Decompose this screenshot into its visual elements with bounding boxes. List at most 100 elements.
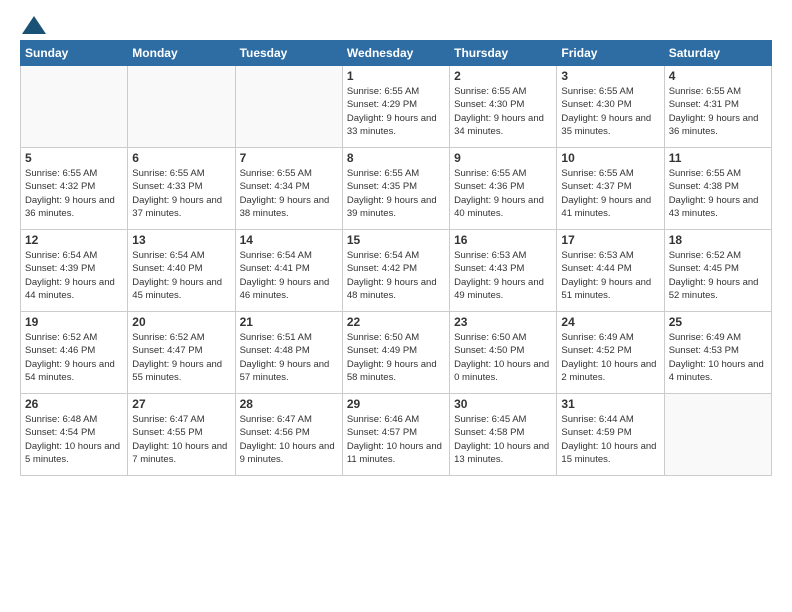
day-info: Sunrise: 6:53 AM Sunset: 4:43 PM Dayligh… <box>454 249 552 302</box>
week-row-3: 19 Sunrise: 6:52 AM Sunset: 4:46 PM Dayli… <box>21 312 772 394</box>
day-number: 16 <box>454 233 552 247</box>
day-info: Sunrise: 6:52 AM Sunset: 4:47 PM Dayligh… <box>132 331 230 384</box>
weekday-header-monday: Monday <box>128 41 235 66</box>
calendar-cell: 31Sunrise: 6:44 AM Sunset: 4:59 PM Dayli… <box>557 394 664 476</box>
day-info: Sunrise: 6:52 AM Sunset: 4:45 PM Dayligh… <box>669 249 767 302</box>
calendar-cell: 18 Sunrise: 6:52 AM Sunset: 4:45 PM Dayli… <box>664 230 771 312</box>
calendar-cell: 2 Sunrise: 6:55 AM Sunset: 4:30 PM Daylig… <box>450 66 557 148</box>
calendar: SundayMondayTuesdayWednesdayThursdayFrid… <box>20 40 772 476</box>
day-number: 25 <box>669 315 767 329</box>
day-number: 4 <box>669 69 767 83</box>
calendar-cell <box>664 394 771 476</box>
calendar-cell: 24Sunrise: 6:49 AM Sunset: 4:52 PM Dayli… <box>557 312 664 394</box>
week-row-4: 26 Sunrise: 6:48 AM Sunset: 4:54 PM Dayli… <box>21 394 772 476</box>
day-info: Sunrise: 6:48 AM Sunset: 4:54 PM Dayligh… <box>25 413 123 466</box>
day-number: 3 <box>561 69 659 83</box>
day-info: Sunrise: 6:55 AM Sunset: 4:30 PM Dayligh… <box>454 85 552 138</box>
calendar-cell: 26 Sunrise: 6:48 AM Sunset: 4:54 PM Dayli… <box>21 394 128 476</box>
day-info: Sunrise: 6:54 AM Sunset: 4:41 PM Dayligh… <box>240 249 338 302</box>
day-info: Sunrise: 6:55 AM Sunset: 4:33 PM Dayligh… <box>132 167 230 220</box>
day-info: Sunrise: 6:47 AM Sunset: 4:55 PM Dayligh… <box>132 413 230 466</box>
weekday-header-thursday: Thursday <box>450 41 557 66</box>
calendar-cell: 19 Sunrise: 6:52 AM Sunset: 4:46 PM Dayli… <box>21 312 128 394</box>
day-number: 8 <box>347 151 445 165</box>
day-number: 12 <box>25 233 123 247</box>
logo-icon <box>22 16 46 34</box>
calendar-cell: 25 Sunrise: 6:49 AM Sunset: 4:53 PM Dayli… <box>664 312 771 394</box>
day-number: 19 <box>25 315 123 329</box>
day-number: 6 <box>132 151 230 165</box>
calendar-cell: 5 Sunrise: 6:55 AM Sunset: 4:32 PM Daylig… <box>21 148 128 230</box>
calendar-cell: 15 Sunrise: 6:54 AM Sunset: 4:42 PM Dayli… <box>342 230 449 312</box>
weekday-header-wednesday: Wednesday <box>342 41 449 66</box>
day-info: Sunrise: 6:51 AM Sunset: 4:48 PM Dayligh… <box>240 331 338 384</box>
calendar-cell: 29 Sunrise: 6:46 AM Sunset: 4:57 PM Dayli… <box>342 394 449 476</box>
day-info: Sunrise: 6:49 AM Sunset: 4:53 PM Dayligh… <box>669 331 767 384</box>
day-number: 30 <box>454 397 552 411</box>
day-info: Sunrise: 6:46 AM Sunset: 4:57 PM Dayligh… <box>347 413 445 466</box>
calendar-cell: 10Sunrise: 6:55 AM Sunset: 4:37 PM Dayli… <box>557 148 664 230</box>
day-number: 14 <box>240 233 338 247</box>
day-number: 20 <box>132 315 230 329</box>
week-row-2: 12 Sunrise: 6:54 AM Sunset: 4:39 PM Dayli… <box>21 230 772 312</box>
calendar-cell: 27Sunrise: 6:47 AM Sunset: 4:55 PM Dayli… <box>128 394 235 476</box>
day-number: 18 <box>669 233 767 247</box>
page: SundayMondayTuesdayWednesdayThursdayFrid… <box>0 0 792 612</box>
day-number: 26 <box>25 397 123 411</box>
calendar-cell: 4Sunrise: 6:55 AM Sunset: 4:31 PM Daylig… <box>664 66 771 148</box>
day-number: 5 <box>25 151 123 165</box>
day-number: 29 <box>347 397 445 411</box>
day-info: Sunrise: 6:54 AM Sunset: 4:39 PM Dayligh… <box>25 249 123 302</box>
week-row-1: 5 Sunrise: 6:55 AM Sunset: 4:32 PM Daylig… <box>21 148 772 230</box>
day-number: 13 <box>132 233 230 247</box>
calendar-cell: 23Sunrise: 6:50 AM Sunset: 4:50 PM Dayli… <box>450 312 557 394</box>
weekday-header-saturday: Saturday <box>664 41 771 66</box>
day-number: 10 <box>561 151 659 165</box>
day-info: Sunrise: 6:55 AM Sunset: 4:32 PM Dayligh… <box>25 167 123 220</box>
day-info: Sunrise: 6:44 AM Sunset: 4:59 PM Dayligh… <box>561 413 659 466</box>
day-info: Sunrise: 6:52 AM Sunset: 4:46 PM Dayligh… <box>25 331 123 384</box>
day-info: Sunrise: 6:55 AM Sunset: 4:36 PM Dayligh… <box>454 167 552 220</box>
weekday-header-row: SundayMondayTuesdayWednesdayThursdayFrid… <box>21 41 772 66</box>
calendar-cell: 22Sunrise: 6:50 AM Sunset: 4:49 PM Dayli… <box>342 312 449 394</box>
week-row-0: 1Sunrise: 6:55 AM Sunset: 4:29 PM Daylig… <box>21 66 772 148</box>
day-info: Sunrise: 6:53 AM Sunset: 4:44 PM Dayligh… <box>561 249 659 302</box>
day-number: 9 <box>454 151 552 165</box>
day-info: Sunrise: 6:47 AM Sunset: 4:56 PM Dayligh… <box>240 413 338 466</box>
weekday-header-tuesday: Tuesday <box>235 41 342 66</box>
day-number: 15 <box>347 233 445 247</box>
day-number: 1 <box>347 69 445 83</box>
calendar-cell: 7 Sunrise: 6:55 AM Sunset: 4:34 PM Daylig… <box>235 148 342 230</box>
day-number: 23 <box>454 315 552 329</box>
day-info: Sunrise: 6:55 AM Sunset: 4:35 PM Dayligh… <box>347 167 445 220</box>
day-info: Sunrise: 6:55 AM Sunset: 4:34 PM Dayligh… <box>240 167 338 220</box>
calendar-cell: 17 Sunrise: 6:53 AM Sunset: 4:44 PM Dayli… <box>557 230 664 312</box>
calendar-cell: 28 Sunrise: 6:47 AM Sunset: 4:56 PM Dayli… <box>235 394 342 476</box>
day-number: 17 <box>561 233 659 247</box>
day-info: Sunrise: 6:49 AM Sunset: 4:52 PM Dayligh… <box>561 331 659 384</box>
logo-text <box>20 16 46 34</box>
day-info: Sunrise: 6:54 AM Sunset: 4:40 PM Dayligh… <box>132 249 230 302</box>
day-info: Sunrise: 6:45 AM Sunset: 4:58 PM Dayligh… <box>454 413 552 466</box>
calendar-cell: 21Sunrise: 6:51 AM Sunset: 4:48 PM Dayli… <box>235 312 342 394</box>
calendar-cell: 14 Sunrise: 6:54 AM Sunset: 4:41 PM Dayli… <box>235 230 342 312</box>
day-number: 22 <box>347 315 445 329</box>
calendar-cell: 6 Sunrise: 6:55 AM Sunset: 4:33 PM Daylig… <box>128 148 235 230</box>
day-number: 7 <box>240 151 338 165</box>
calendar-cell: 3 Sunrise: 6:55 AM Sunset: 4:30 PM Daylig… <box>557 66 664 148</box>
day-info: Sunrise: 6:55 AM Sunset: 4:38 PM Dayligh… <box>669 167 767 220</box>
calendar-cell: 8 Sunrise: 6:55 AM Sunset: 4:35 PM Daylig… <box>342 148 449 230</box>
calendar-cell: 30 Sunrise: 6:45 AM Sunset: 4:58 PM Dayli… <box>450 394 557 476</box>
calendar-cell: 11 Sunrise: 6:55 AM Sunset: 4:38 PM Dayli… <box>664 148 771 230</box>
calendar-cell <box>128 66 235 148</box>
header <box>20 16 772 30</box>
calendar-cell: 20 Sunrise: 6:52 AM Sunset: 4:47 PM Dayli… <box>128 312 235 394</box>
day-number: 2 <box>454 69 552 83</box>
day-number: 11 <box>669 151 767 165</box>
calendar-cell: 1Sunrise: 6:55 AM Sunset: 4:29 PM Daylig… <box>342 66 449 148</box>
day-info: Sunrise: 6:54 AM Sunset: 4:42 PM Dayligh… <box>347 249 445 302</box>
weekday-header-sunday: Sunday <box>21 41 128 66</box>
day-number: 28 <box>240 397 338 411</box>
calendar-cell: 13 Sunrise: 6:54 AM Sunset: 4:40 PM Dayli… <box>128 230 235 312</box>
day-info: Sunrise: 6:55 AM Sunset: 4:30 PM Dayligh… <box>561 85 659 138</box>
